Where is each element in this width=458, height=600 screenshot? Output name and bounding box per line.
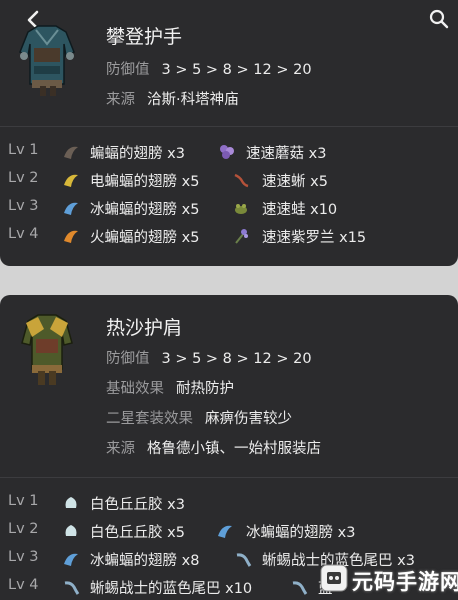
defense-row: 防御值 3 > 5 > 8 > 12 > 20	[106, 58, 312, 79]
set-bonus-value: 麻痹伤害较少	[205, 411, 292, 427]
source-label: 来源	[106, 92, 135, 108]
level-label: Lv 2	[8, 170, 39, 186]
bat-wing-icon	[64, 146, 78, 159]
level-label: Lv 2	[8, 521, 39, 537]
material-item: 冰蝙蝠的翅膀 x3	[246, 525, 356, 541]
watermark-logo-icon	[320, 564, 348, 592]
chuchu-jelly-icon	[65, 497, 77, 508]
armor-card-climbing-gauntlets: 攀登护手 防御值 3 > 5 > 8 > 12 > 20 来源 洽斯·科塔神庙 Lv…	[0, 0, 458, 266]
material-item: 速速蛙 x10	[262, 202, 338, 218]
source-value: 洽斯·科塔神庙	[147, 92, 239, 108]
level-label: Lv 4	[8, 577, 39, 593]
armor-icon-climbing-gauntlets	[19, 25, 75, 96]
bat-wing-icon	[64, 230, 78, 243]
bat-wing-icon	[64, 174, 78, 187]
frog-icon	[235, 204, 247, 214]
divider	[0, 477, 458, 478]
set-bonus-row: 二星套装效果 麻痹伤害较少	[106, 407, 292, 428]
level-label: Lv 3	[8, 198, 39, 214]
lizalfos-tail-icon	[292, 581, 308, 595]
material-item: 速速蘑菇 x3	[246, 146, 327, 162]
material-item: 火蝙蝠的翅膀 x5	[90, 230, 200, 246]
defense-value: 3 > 5 > 8 > 12 > 20	[161, 62, 312, 78]
bat-wing-icon	[64, 553, 78, 566]
base-effect-label: 基础效果	[106, 381, 164, 397]
material-item: 白色丘丘胶 x5	[90, 525, 185, 541]
material-item: 蜥蜴战士的蓝色尾巴 x10	[90, 581, 253, 597]
source-value: 格鲁德小镇、一始村服装店	[147, 441, 321, 457]
material-item: 冰蝙蝠的翅膀 x8	[90, 553, 200, 569]
bat-wing-icon	[64, 202, 78, 215]
armor-card-desert-voe-spaulder: 热沙护肩 防御值 3 > 5 > 8 > 12 > 20 基础效果 耐热防护 二星套…	[0, 295, 458, 600]
armor-icon-desert-voe-spaulder	[21, 314, 73, 385]
chuchu-jelly-icon	[65, 525, 77, 536]
level-label: Lv 1	[8, 493, 39, 509]
armor-title: 热沙护肩	[106, 317, 183, 339]
search-icon[interactable]	[428, 8, 450, 30]
material-item: 白色丘丘胶 x3	[90, 497, 185, 513]
defense-row: 防御值 3 > 5 > 8 > 12 > 20	[106, 347, 312, 368]
watermark: 元码手游网	[352, 570, 458, 594]
violet-icon	[235, 229, 248, 244]
material-item: 蝙蝠的翅膀 x3	[90, 146, 185, 162]
set-bonus-label: 二星套装效果	[106, 411, 193, 427]
material-item: 速速紫罗兰 x15	[262, 230, 367, 246]
material-item: 冰蝙蝠的翅膀 x5	[90, 202, 200, 218]
defense-label: 防御值	[106, 62, 150, 78]
lizalfos-tail-icon	[236, 553, 252, 567]
bat-wing-icon	[218, 525, 232, 538]
mushroom-icon	[220, 145, 234, 159]
source-row: 来源 洽斯·科塔神庙	[106, 88, 239, 109]
base-effect-value: 耐热防护	[176, 381, 234, 397]
lizalfos-tail-icon	[64, 581, 80, 595]
divider	[0, 126, 458, 127]
source-row: 来源 格鲁德小镇、一始村服装店	[106, 437, 321, 458]
level-label: Lv 1	[8, 142, 39, 158]
level-label: Lv 3	[8, 549, 39, 565]
defense-value: 3 > 5 > 8 > 12 > 20	[161, 351, 312, 367]
defense-label: 防御值	[106, 351, 150, 367]
armor-title: 攀登护手	[106, 26, 183, 48]
material-item: 电蝙蝠的翅膀 x5	[90, 174, 200, 190]
source-label: 来源	[106, 441, 135, 457]
lizard-icon	[234, 173, 249, 188]
base-effect-row: 基础效果 耐热防护	[106, 377, 234, 398]
material-item: 速速蜥 x5	[262, 174, 328, 190]
level-label: Lv 4	[8, 226, 39, 242]
